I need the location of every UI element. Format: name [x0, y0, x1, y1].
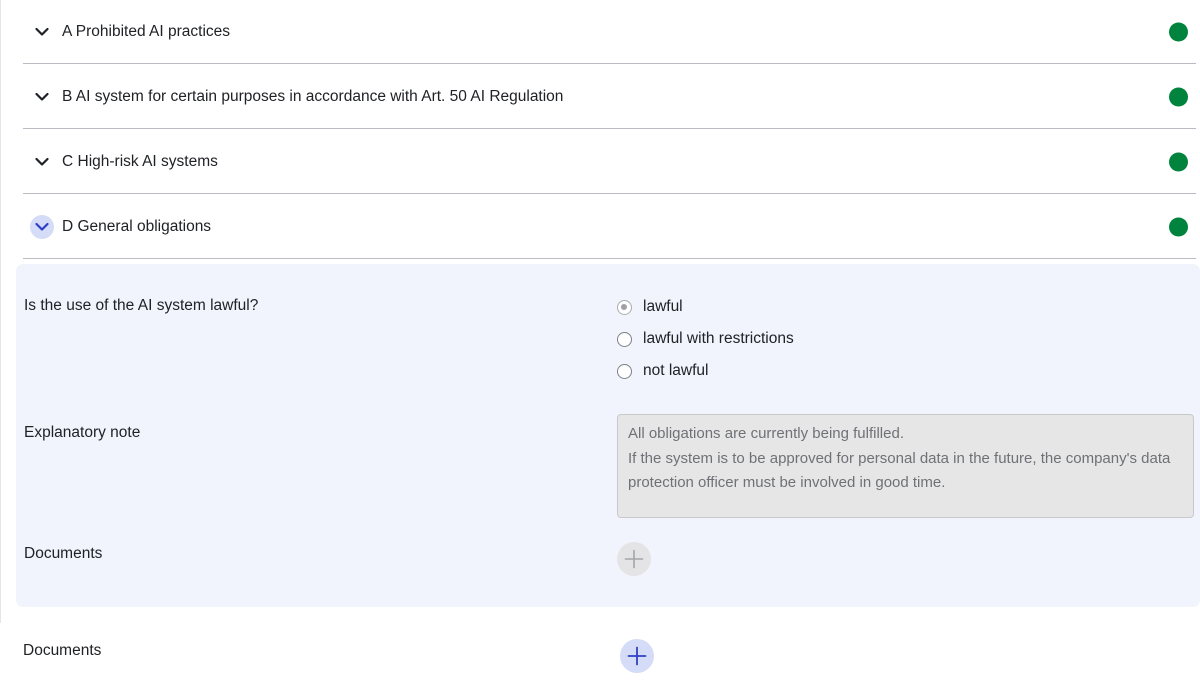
note-text-line: protection officer must be involved in g…: [628, 474, 946, 491]
documents-label: Documents: [23, 642, 102, 659]
status-indicator: [1169, 22, 1188, 41]
note-text-line: If the system is to be approved for pers…: [628, 449, 1171, 467]
radio-button[interactable]: [617, 299, 632, 315]
note-text-line: All obligations are currently being fulf…: [628, 425, 904, 442]
status-indicator: [1169, 152, 1188, 171]
radio-button[interactable]: [617, 331, 632, 347]
add-document-button[interactable]: [620, 639, 654, 673]
section-title: C High-risk AI systems: [62, 152, 218, 170]
panel-documents-label: Documents: [24, 545, 103, 562]
explanatory-note-label: Explanatory note: [24, 424, 141, 441]
radio-option-lawful-with-restrictions[interactable]: lawful with restrictions: [617, 330, 794, 348]
lawfulness-question-label: Is the use of the AI system lawful?: [24, 297, 259, 314]
section-title: D General obligations: [62, 217, 212, 235]
add-document-button-disabled[interactable]: [617, 542, 651, 576]
status-indicator: [1169, 217, 1188, 236]
page-left-border: [0, 0, 1, 623]
accordion-section-c[interactable]: C High-risk AI systems: [23, 130, 1196, 194]
explanatory-note-field[interactable]: All obligations are currently being fulf…: [617, 414, 1194, 518]
chevron-down-icon[interactable]: [30, 85, 54, 109]
plus-icon: [624, 549, 644, 569]
radio-option-lawful[interactable]: lawful: [617, 298, 683, 316]
plus-icon: [627, 646, 647, 666]
chevron-down-icon[interactable]: [30, 20, 54, 44]
accordion-section-b[interactable]: B AI system for certain purposes in acco…: [23, 65, 1196, 129]
chevron-down-icon[interactable]: [30, 214, 54, 239]
radio-label: lawful: [643, 298, 683, 315]
status-indicator: [1169, 87, 1188, 106]
accordion-section-d[interactable]: D General obligations: [23, 195, 1196, 259]
radio-label: lawful with restrictions: [643, 330, 794, 347]
radio-option-not-lawful[interactable]: not lawful: [617, 362, 708, 380]
section-title: B AI system for certain purposes in acco…: [62, 87, 564, 105]
section-title: A Prohibited AI practices: [62, 22, 231, 40]
radio-label: not lawful: [643, 362, 709, 379]
accordion-section-a[interactable]: A Prohibited AI practices: [23, 0, 1196, 64]
chevron-down-icon[interactable]: [30, 150, 54, 174]
radio-button[interactable]: [617, 363, 632, 379]
